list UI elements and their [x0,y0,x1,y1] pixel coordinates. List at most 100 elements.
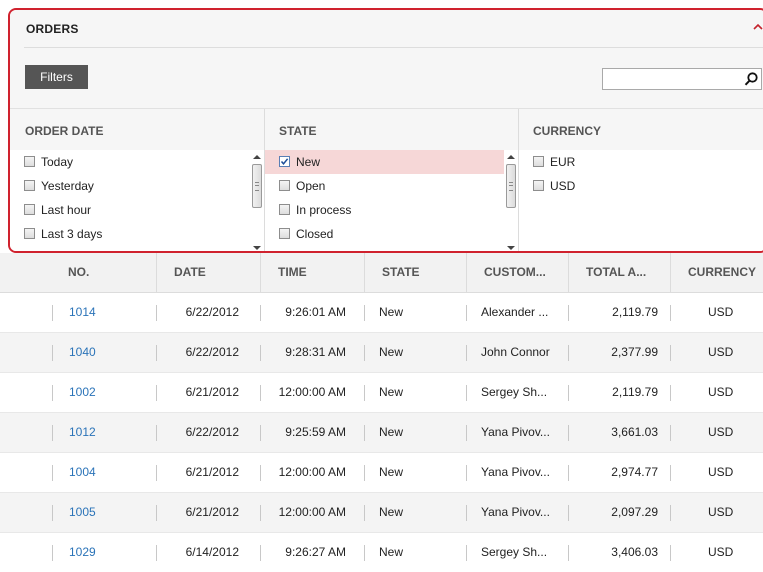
filter-option-label: USD [550,179,576,193]
column-header-no[interactable]: NO. [52,253,156,292]
column-header-state[interactable]: STATE [364,253,466,292]
filter-option-open[interactable]: Open [265,174,504,198]
scroll-up-arrow-icon[interactable] [507,155,515,159]
cell-currency: USD [708,305,734,319]
cell-time: 12:00:00 AM [278,465,346,479]
order-number-link[interactable]: 1004 [69,465,96,479]
cell-currency: USD [708,545,734,559]
column-header-time[interactable]: TIME [260,253,364,292]
table-row[interactable]: 1029 6/14/2012 9:26:27 AM New Sergey Sh... 3,… [0,533,763,572]
checkbox[interactable] [24,204,35,215]
scroll-thumb[interactable] [506,164,516,208]
filter-option-label: Today [41,155,74,169]
order-number-link[interactable]: 1029 [69,545,96,559]
checkbox[interactable] [533,156,544,167]
cell-order-number[interactable]: 1040 [52,333,156,372]
cell-order-number[interactable]: 1029 [52,533,156,572]
checkbox-checked[interactable] [279,156,290,167]
cell-time: 9:26:01 AM [285,305,346,319]
filter-option-last-3-days[interactable]: Last 3 days [10,222,250,246]
table-row[interactable]: 1012 6/22/2012 9:25:59 AM New Yana Pivov... 3… [0,413,763,453]
checkbox[interactable] [24,228,35,239]
table-row[interactable]: 1040 6/22/2012 9:28:31 AM New John Connor 2,3… [0,333,763,373]
order-number-link[interactable]: 1005 [69,505,96,519]
checkbox[interactable] [279,228,290,239]
column-divider [518,109,519,151]
filter-option-closed[interactable]: Closed [265,222,504,246]
cell-state: New [379,345,404,359]
cell-total-amount: 2,119.79 [612,305,658,319]
order-number-link[interactable]: 1014 [69,305,96,319]
filter-option-yesterday[interactable]: Yesterday [10,174,250,198]
scroll-up-arrow-icon[interactable] [253,155,261,159]
cell-total-amount: 2,097.29 [611,505,658,519]
cell-order-number[interactable]: 1014 [52,293,156,332]
column-header-currency[interactable]: CURRENCY [670,253,763,292]
table-row[interactable]: 1004 6/21/2012 12:00:00 AM New Yana Pivov...… [0,453,763,493]
order-number-link[interactable]: 1002 [69,385,96,399]
cell-total-amount: 3,661.03 [611,425,658,439]
cell-time: 9:26:27 AM [285,545,346,559]
filter-option-last-hour[interactable]: Last hour [10,198,250,222]
cell-order-number[interactable]: 1002 [52,373,156,412]
filter-lists: Today Yesterday Last hour Last 3 days Ne… [10,150,763,251]
scroll-thumb[interactable] [252,164,262,208]
filter-option-usd[interactable]: USD [519,174,763,198]
cell-customer: Alexander ... [481,305,549,319]
table-row[interactable]: 1014 6/22/2012 9:26:01 AM New Alexander ... 2… [0,293,763,333]
filter-option-label: In process [296,203,352,217]
order-number-link[interactable]: 1012 [69,425,96,439]
filters-button[interactable]: Filters [25,65,88,89]
checkbox[interactable] [24,156,35,167]
table-row[interactable]: 1005 6/21/2012 12:00:00 AM New Yana Pivov...… [0,493,763,533]
search-input[interactable] [605,70,739,88]
cell-total-amount: 2,974.77 [611,465,658,479]
table-row[interactable]: 1002 6/21/2012 12:00:00 AM New Sergey Sh... 2… [0,373,763,413]
cell-date: 6/22/2012 [185,425,239,439]
state-filter-list: New Open In process Closed [265,150,504,251]
scroll-down-arrow-icon[interactable] [507,246,515,250]
filter-option-in-process[interactable]: In process [265,198,504,222]
cell-order-number[interactable]: 1012 [52,413,156,452]
cell-state: New [379,305,404,319]
filter-title-order-date: ORDER DATE [25,124,104,138]
column-header-customer[interactable]: CUSTOM... [466,253,568,292]
search-icon[interactable] [743,71,759,87]
cell-date: 6/22/2012 [185,305,239,319]
cell-order-number[interactable]: 1005 [52,493,156,532]
cell-currency: USD [708,345,734,359]
filter-title-currency: CURRENCY [533,124,602,138]
filter-option-label: EUR [550,155,576,169]
cell-state: New [379,425,404,439]
search-box[interactable] [602,68,762,90]
cell-date: 6/22/2012 [185,345,239,359]
chevron-up-icon[interactable] [752,22,763,34]
checkbox[interactable] [279,204,290,215]
state-scrollbar[interactable] [504,150,518,251]
grip-icon [509,182,513,191]
currency-filter-list: EUR USD [519,150,763,251]
cell-time: 12:00:00 AM [278,505,346,519]
order-number-link[interactable]: 1040 [69,345,96,359]
filter-option-label: Closed [296,227,334,241]
panel-title: ORDERS [26,22,79,36]
column-header-total-amount[interactable]: TOTAL A... [568,253,670,292]
cell-state: New [379,505,404,519]
orders-grid: NO. DATE TIME STATE CUSTOM... TOTAL A...… [0,253,763,572]
column-header-date[interactable]: DATE [156,253,260,292]
filter-option-today[interactable]: Today [10,150,250,174]
checkbox[interactable] [533,180,544,191]
order-date-scrollbar[interactable] [250,150,264,251]
cell-order-number[interactable]: 1004 [52,453,156,492]
scroll-down-arrow-icon[interactable] [253,246,261,250]
filter-option-new[interactable]: New [265,150,504,174]
cell-date: 6/21/2012 [185,465,239,479]
filter-option-label: Last hour [41,203,92,217]
filter-option-eur[interactable]: EUR [519,150,763,174]
cell-customer: Sergey Sh... [481,545,548,559]
checkbox[interactable] [279,180,290,191]
grid-header: NO. DATE TIME STATE CUSTOM... TOTAL A...… [0,253,763,293]
panel-header: ORDERS Filters [10,10,763,108]
checkbox[interactable] [24,180,35,191]
cell-customer: Yana Pivov... [481,425,550,439]
